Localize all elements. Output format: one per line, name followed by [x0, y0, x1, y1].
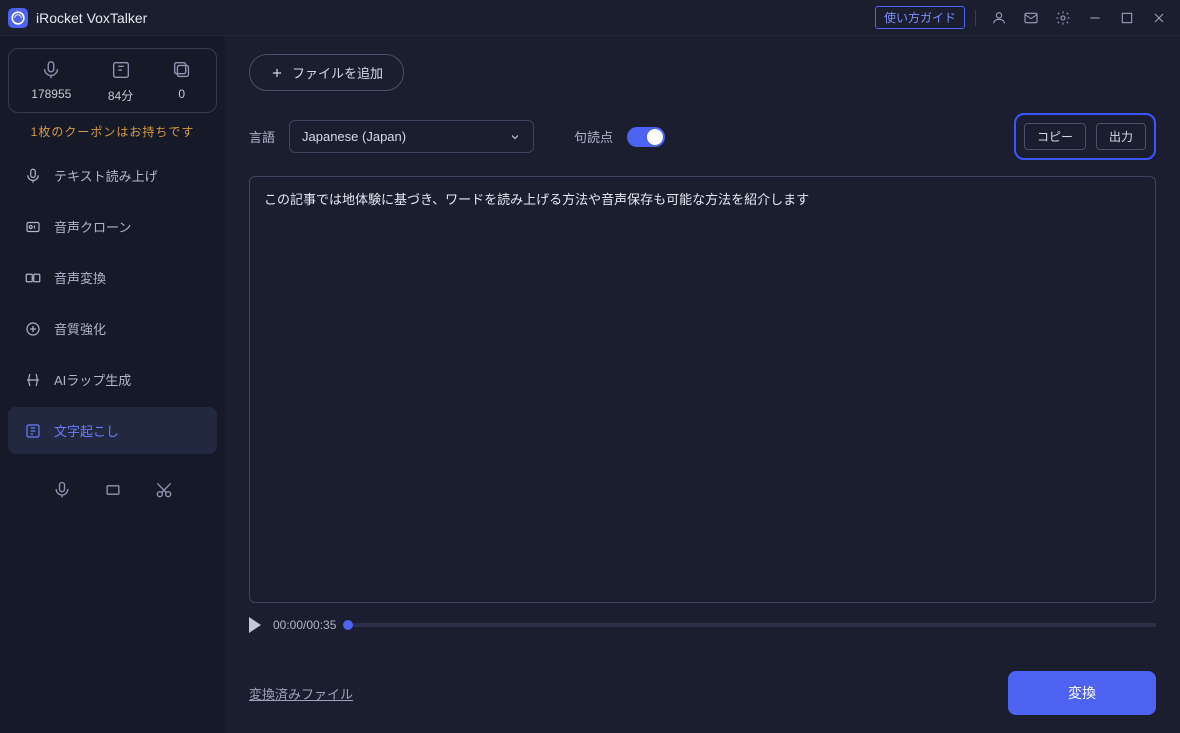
sidebar-item-label: テキスト読み上げ: [54, 166, 158, 185]
maximize-icon[interactable]: [1114, 5, 1140, 31]
playback-time: 00:00/00:35: [273, 618, 336, 632]
language-select[interactable]: Japanese (Japan): [289, 120, 534, 153]
transcribe-icon: [109, 59, 133, 83]
user-icon[interactable]: [986, 5, 1012, 31]
language-label: 言語: [249, 127, 275, 146]
sidebar-item-tts[interactable]: テキスト読み上げ: [8, 152, 217, 199]
action-group: コピー 出力: [1014, 113, 1156, 160]
stat-value: 84分: [108, 87, 133, 104]
stat-files: 0: [170, 59, 194, 104]
titlebar: iRocket VoxTalker 使い方ガイド: [0, 0, 1180, 36]
crop-icon[interactable]: [99, 476, 127, 504]
stat-value: 178955: [31, 87, 71, 101]
sidebar-item-label: 音声クローン: [54, 217, 131, 236]
separator: [975, 10, 976, 26]
copy-button[interactable]: コピー: [1024, 123, 1086, 150]
main-panel: ファイルを追加 言語 Japanese (Japan) 句読点 コピー 出力 こ…: [225, 36, 1180, 733]
seek-thumb[interactable]: [343, 620, 353, 630]
punctuation-label: 句読点: [574, 127, 613, 146]
punctuation-toggle[interactable]: [627, 127, 665, 147]
stack-icon: [170, 59, 194, 83]
add-file-label: ファイルを追加: [292, 63, 383, 82]
settings-icon[interactable]: [1050, 5, 1076, 31]
controls-row: 言語 Japanese (Japan) 句読点 コピー 出力: [249, 113, 1156, 160]
sidebar-item-ai-rap[interactable]: AIラップ生成: [8, 356, 217, 403]
sidebar-item-voice-convert[interactable]: 音声変換: [8, 254, 217, 301]
sidebar-item-label: 音声変換: [54, 268, 106, 287]
record-icon[interactable]: [48, 476, 76, 504]
stat-characters: 178955: [31, 59, 71, 104]
chevron-down-icon: [509, 131, 521, 143]
sidebar-item-label: AIラップ生成: [54, 370, 131, 389]
stat-value: 0: [170, 87, 194, 101]
convert-button[interactable]: 変換: [1008, 671, 1156, 715]
sidebar: 178955 84分 0 1枚のクーポンはお持ちです テキスト読み上げ 音声クロ…: [0, 36, 225, 733]
sidebar-bottom-tools: [8, 476, 217, 504]
usage-guide-button[interactable]: 使い方ガイド: [875, 6, 965, 29]
transcription-textarea[interactable]: この記事では地体験に基づき、ワードを読み上げる方法や音声保存も可能な方法を紹介し…: [249, 176, 1156, 603]
stat-minutes: 84分: [108, 59, 133, 104]
mail-icon[interactable]: [1018, 5, 1044, 31]
app-logo-icon: [8, 8, 28, 28]
close-icon[interactable]: [1146, 5, 1172, 31]
mic-icon: [39, 59, 63, 83]
language-value: Japanese (Japan): [302, 129, 406, 144]
minimize-icon[interactable]: [1082, 5, 1108, 31]
converted-files-link[interactable]: 変換済みファイル: [249, 684, 353, 703]
play-button[interactable]: [249, 617, 261, 633]
sidebar-item-label: 文字起こし: [54, 421, 119, 440]
cut-icon[interactable]: [150, 476, 178, 504]
stats-card: 178955 84分 0: [8, 48, 217, 113]
add-file-button[interactable]: ファイルを追加: [249, 54, 404, 91]
sidebar-item-label: 音質強化: [54, 319, 106, 338]
sidebar-item-enhance[interactable]: 音質強化: [8, 305, 217, 352]
sidebar-item-voice-clone[interactable]: 音声クローン: [8, 203, 217, 250]
sidebar-item-transcription[interactable]: 文字起こし: [8, 407, 217, 454]
audio-player: 00:00/00:35: [249, 617, 1156, 633]
app-title: iRocket VoxTalker: [36, 10, 147, 26]
export-button[interactable]: 出力: [1096, 123, 1146, 150]
coupon-note: 1枚のクーポンはお持ちです: [8, 123, 217, 140]
footer-row: 変換済みファイル 変換: [249, 671, 1156, 715]
seek-bar[interactable]: [348, 623, 1156, 627]
